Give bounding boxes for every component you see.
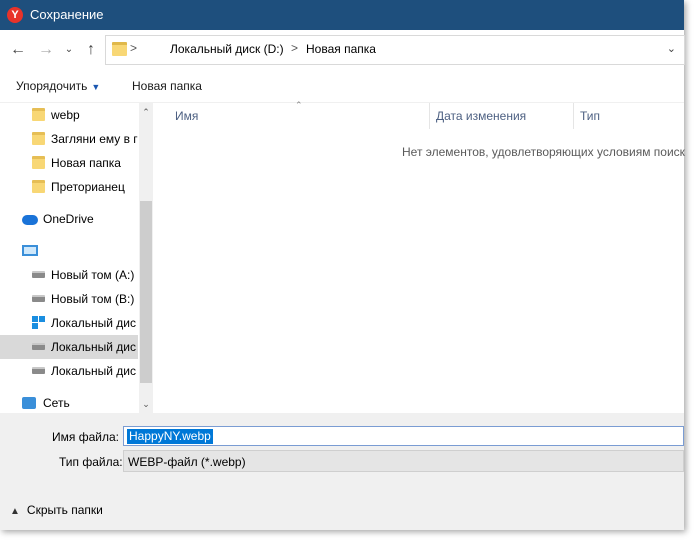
folder-icon [32, 180, 45, 193]
chevron-up-icon: ▲ [10, 506, 20, 517]
nav-item-network[interactable]: Сеть [0, 391, 138, 413]
this-pc-icon [22, 245, 38, 256]
filetype-value: WEBP-файл (*.webp) [128, 455, 246, 469]
breadcrumb-drive-d[interactable]: Локальный диск (D:) [170, 42, 284, 56]
nav-item-label: Загляни ему в г [51, 132, 138, 146]
nav-item-label: Преторианец [51, 180, 125, 194]
nav-item-label: Локальный дис [51, 340, 136, 354]
path-dropdown-icon[interactable]: ⌄ [667, 42, 676, 55]
nav-item-label: Сеть [43, 396, 70, 410]
organize-button[interactable]: Упорядочить ▼ [16, 79, 100, 93]
navigation-pane: webp Загляни ему в г Новая папка Претори… [0, 103, 153, 413]
drive-icon [32, 271, 45, 278]
drive-icon [32, 367, 45, 374]
yandex-browser-logo-icon: Y [7, 7, 23, 23]
scroll-down-icon[interactable]: ⌄ [139, 397, 153, 411]
window-title: Сохранение [30, 7, 104, 22]
nav-item-local-disk-c[interactable]: Локальный дис [0, 311, 138, 335]
nav-item-label: webp [51, 108, 80, 122]
hide-folders-label: Скрыть папки [26, 503, 103, 517]
scroll-thumb[interactable] [140, 201, 152, 383]
nav-item-label: Локальный дис [51, 364, 136, 378]
onedrive-icon [22, 215, 38, 225]
filetype-select[interactable]: WEBP-файл (*.webp) [123, 450, 684, 472]
folder-icon [32, 156, 45, 169]
back-button[interactable]: ← [8, 40, 28, 60]
network-icon [22, 397, 36, 409]
arrow-right-icon: → [38, 41, 54, 58]
empty-message: Нет элементов, удовлетворяющих условиям … [402, 145, 685, 159]
breadcrumb-separator[interactable]: > [130, 41, 137, 55]
nav-item-drive-a[interactable]: Новый том (A:) [0, 263, 138, 287]
toolbar: Упорядочить ▼ Новая папка [0, 70, 684, 103]
nav-item-new-folder[interactable]: Новая папка [0, 151, 138, 175]
nav-item-folder[interactable]: Загляни ему в г [0, 127, 138, 151]
column-header-name[interactable]: Имя [169, 103, 429, 129]
address-bar: ← → ⌄ ↑ > Локальный диск (D:) > Новая па… [0, 30, 685, 70]
breadcrumb-separator[interactable]: > [291, 41, 298, 55]
arrow-up-icon: ↑ [87, 41, 95, 58]
breadcrumb-new-folder[interactable]: Новая папка [306, 42, 376, 56]
column-name-label: Имя [175, 109, 199, 123]
nav-item-local-disk-d[interactable]: Локальный дис [0, 335, 138, 359]
nav-item-label: Новый том (A:) [51, 268, 135, 282]
organize-label: Упорядочить [16, 79, 88, 93]
nav-item-label: OneDrive [43, 212, 94, 226]
folder-icon [112, 42, 127, 56]
save-form: Имя файла: HappyNY.webp Тип файла: WEBP-… [0, 413, 684, 530]
folder-icon [32, 132, 45, 145]
nav-item-drive-b[interactable]: Новый том (B:) [0, 287, 138, 311]
column-header-date[interactable]: Дата изменения [430, 103, 573, 129]
nav-item-label: Новая папка [51, 156, 121, 170]
column-date-label: Дата изменения [436, 109, 527, 123]
filename-input[interactable]: HappyNY.webp [123, 426, 684, 446]
nav-item-label: Новый том (B:) [51, 292, 135, 306]
scroll-up-icon[interactable]: ⌃ [139, 105, 153, 119]
nav-item-this-pc[interactable] [0, 239, 138, 263]
save-dialog: Y Сохранение ← → ⌄ ↑ > Локальный диск (D… [0, 0, 685, 530]
filetype-label: Тип файла: [59, 455, 123, 469]
nav-scrollbar[interactable]: ⌃ ⌄ [139, 103, 153, 413]
nav-item-local-disk-e[interactable]: Локальный дис [0, 359, 138, 383]
title-bar: Y Сохранение [0, 0, 684, 30]
recent-locations-button[interactable]: ⌄ [62, 40, 76, 60]
up-button[interactable]: ↑ [82, 40, 100, 60]
caret-down-icon: ▼ [91, 82, 101, 92]
column-header-type[interactable]: Тип [574, 103, 684, 129]
file-list: ⌃ Имя Дата изменения Тип Нет элементов, … [155, 100, 685, 413]
nav-item-label: Локальный дис [51, 316, 136, 330]
path-box[interactable]: > Локальный диск (D:) > Новая папка ⌄ [105, 35, 685, 65]
filename-value: HappyNY.webp [127, 429, 213, 444]
windows-drive-icon [32, 316, 45, 329]
column-type-label: Тип [580, 109, 601, 123]
new-folder-button[interactable]: Новая папка [132, 79, 202, 93]
filename-label: Имя файла: [52, 430, 119, 444]
nav-item-praetorian[interactable]: Преторианец [0, 175, 138, 199]
drive-icon [32, 295, 45, 302]
nav-item-onedrive[interactable]: OneDrive [0, 207, 138, 231]
nav-item-webp[interactable]: webp [0, 103, 138, 127]
arrow-left-icon: ← [10, 41, 26, 58]
drive-icon [32, 343, 45, 350]
folder-icon [32, 108, 45, 121]
chevron-down-icon: ⌄ [64, 44, 74, 55]
hide-folders-button[interactable]: ▲ Скрыть папки [10, 503, 103, 517]
forward-button[interactable]: → [36, 40, 56, 60]
